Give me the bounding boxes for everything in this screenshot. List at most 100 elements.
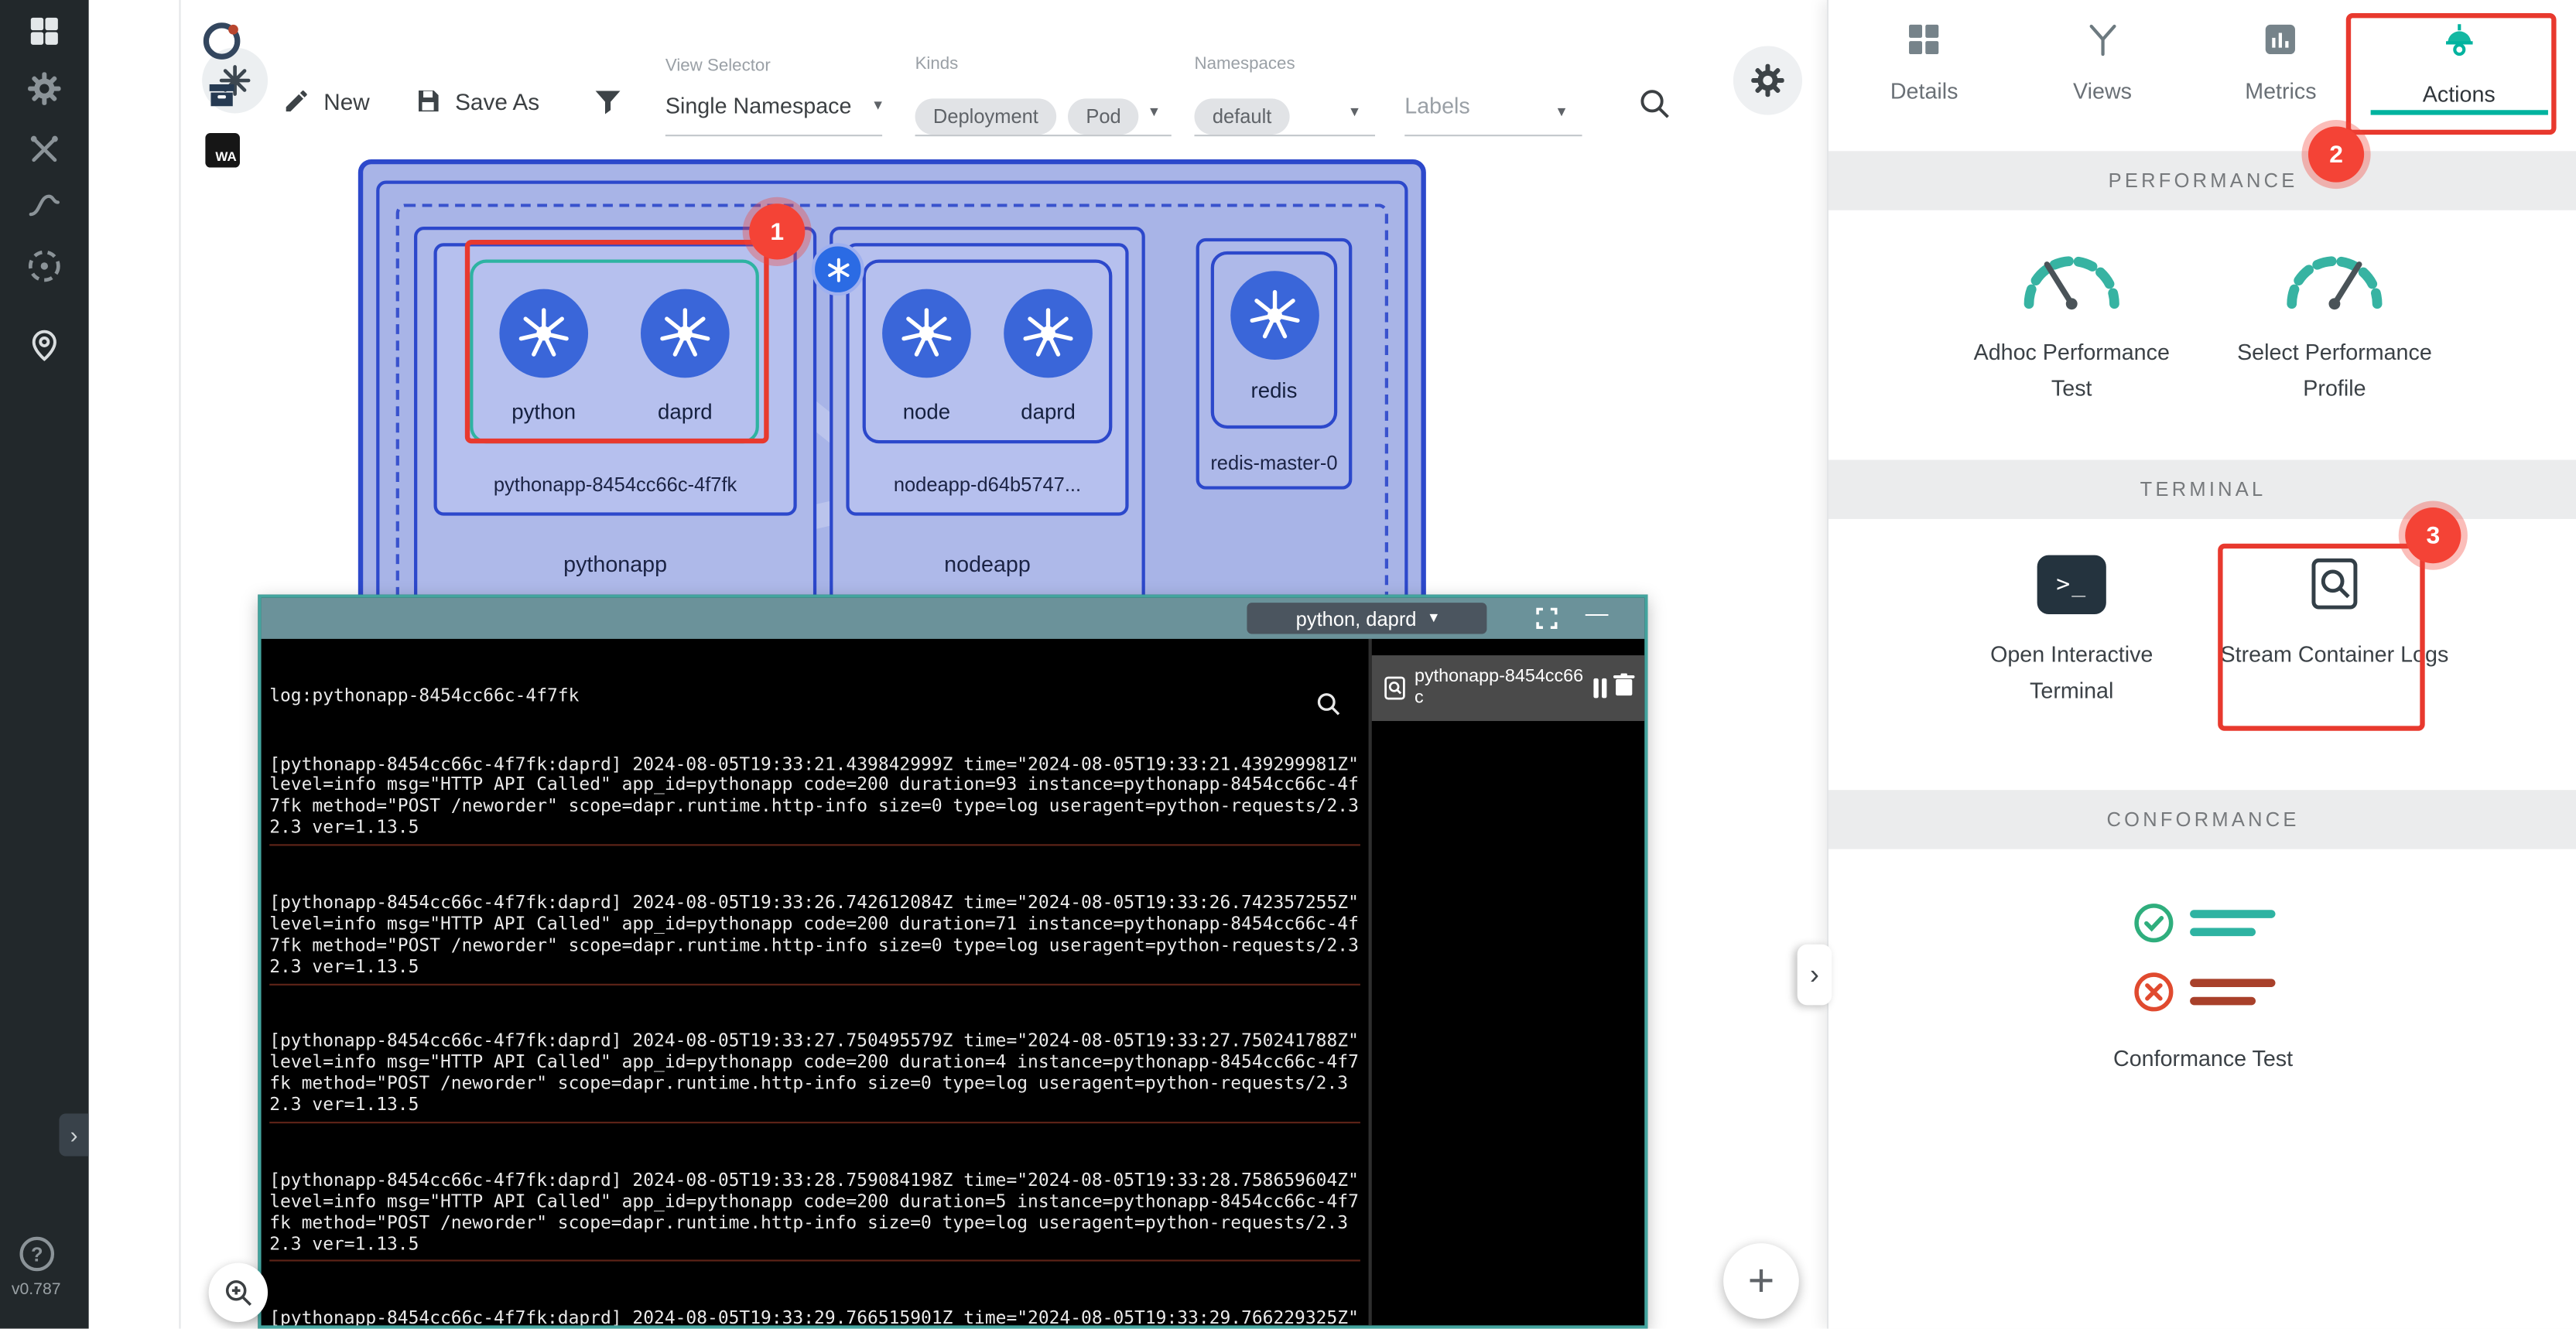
container-label: python bbox=[511, 399, 576, 424]
select-performance-profile-action[interactable]: Select Performance Profile bbox=[2212, 240, 2458, 408]
app-logo-icon[interactable] bbox=[200, 19, 243, 70]
container-daprd[interactable]: daprd bbox=[1004, 289, 1093, 440]
section-conformance-header: CONFORMANCE bbox=[1829, 790, 2576, 849]
tools-icon[interactable] bbox=[0, 132, 89, 168]
container-node[interactable]: node bbox=[882, 289, 971, 440]
namespace-chip-default[interactable]: default bbox=[1194, 98, 1289, 135]
container-selector-dropdown[interactable]: python, daprd ▾ bbox=[1247, 603, 1486, 634]
rail-expand-button[interactable]: › bbox=[59, 1113, 88, 1156]
chevron-down-icon[interactable]: ▾ bbox=[1350, 104, 1359, 121]
labels-dropdown[interactable]: Labels bbox=[1404, 94, 1469, 118]
kind-chip-deployment[interactable]: Deployment bbox=[915, 98, 1057, 135]
mesh-icon[interactable] bbox=[0, 246, 89, 285]
pod-label: pythonapp-8454cc66c-4f7fk bbox=[437, 473, 794, 496]
log-search-icon[interactable] bbox=[1207, 668, 1342, 745]
stream-container-logs-action[interactable]: Stream Container Logs bbox=[2212, 555, 2458, 710]
container-selector-value: python, daprd bbox=[1296, 606, 1417, 630]
container-label: daprd bbox=[658, 399, 713, 424]
labels-underline bbox=[1404, 135, 1582, 136]
location-pin-icon[interactable] bbox=[0, 326, 89, 363]
pause-stream-icon[interactable] bbox=[1592, 678, 1606, 698]
panel-tabs: Details Views Metrics Actions bbox=[1835, 0, 2548, 115]
pipeline-curve-icon[interactable] bbox=[0, 187, 89, 224]
container-group-redis[interactable]: redis bbox=[1211, 251, 1337, 429]
cluster-boundary[interactable]: python daprd pythonapp-8454cc66c-4f7fk p… bbox=[358, 159, 1426, 636]
container-daprd[interactable]: daprd bbox=[641, 289, 730, 440]
archive-icon[interactable] bbox=[205, 79, 238, 120]
delete-stream-icon[interactable] bbox=[1613, 672, 1635, 703]
kubernetes-pod-icon bbox=[1004, 289, 1093, 378]
floppy-save-icon bbox=[414, 87, 442, 115]
action-label: Stream Container Logs bbox=[2219, 637, 2449, 674]
fullscreen-icon[interactable] bbox=[1536, 608, 1558, 637]
zoom-in-button[interactable] bbox=[209, 1263, 268, 1322]
tab-metrics[interactable]: Metrics bbox=[2191, 0, 2369, 115]
terminal-prompt-icon: >_ bbox=[2037, 555, 2106, 614]
performance-items: Adhoc Performance Test Select Performanc… bbox=[1829, 240, 2576, 408]
save-as-button[interactable]: Save As bbox=[414, 87, 539, 115]
actions-lamp-icon bbox=[2437, 19, 2480, 70]
conformance-fail-row bbox=[2132, 971, 2275, 1013]
dapr-logo-badge[interactable] bbox=[812, 243, 864, 296]
annotation-badge-3: 3 bbox=[2405, 507, 2461, 563]
deployment-label: pythonapp bbox=[417, 552, 813, 576]
filter-funnel-icon[interactable] bbox=[591, 85, 624, 126]
help-glyph: ? bbox=[31, 1242, 43, 1266]
dashboard-grid-icon[interactable] bbox=[0, 13, 89, 50]
search-icon[interactable] bbox=[1637, 85, 1673, 129]
canvas-settings-button[interactable] bbox=[1733, 46, 1802, 114]
log-output-pane[interactable]: log:pythonapp-8454cc66c-4f7fk [pythonapp… bbox=[262, 639, 1369, 1325]
views-branch-icon bbox=[2083, 19, 2123, 67]
panel-collapse-handle[interactable]: › bbox=[1798, 945, 1832, 1006]
plus-icon: + bbox=[1748, 1255, 1775, 1307]
help-icon[interactable]: ? bbox=[19, 1237, 54, 1272]
pod-nodeapp[interactable]: node daprd nodeapp-d64b5747... bbox=[846, 243, 1128, 515]
kubernetes-pod-icon bbox=[641, 289, 730, 378]
chevron-down-icon: ▾ bbox=[874, 97, 882, 114]
action-label: Select Performance Profile bbox=[2219, 335, 2449, 407]
log-entry: [pythonapp-8454cc66c-4f7fk:daprd] 2024-0… bbox=[269, 1027, 1360, 1123]
deployment-nodeapp[interactable]: node daprd nodeapp-d64b5747... nodeapp bbox=[830, 227, 1145, 636]
conformance-test-action[interactable] bbox=[1829, 902, 2576, 1013]
dapr-sidecar-group-pythonapp[interactable]: python daprd bbox=[470, 259, 759, 443]
x-circle-icon bbox=[2132, 971, 2174, 1013]
tab-actions[interactable]: Actions bbox=[2370, 0, 2548, 115]
statefulset-redis[interactable]: redis redis-master-0 bbox=[1196, 238, 1353, 490]
annotation-badge-1: 1 bbox=[749, 203, 805, 259]
container-group-nodeapp[interactable]: node daprd bbox=[863, 259, 1113, 443]
new-button[interactable]: New bbox=[282, 87, 370, 115]
action-label: Open Interactive Terminal bbox=[1957, 637, 2187, 709]
section-performance-header: PERFORMANCE bbox=[1829, 151, 2576, 210]
app-root: › ? v0.787 WA New Save As View Selector bbox=[0, 0, 2576, 1329]
new-button-label: New bbox=[323, 88, 369, 114]
view-selector-value: Single Namespace bbox=[665, 94, 852, 118]
tab-label: Actions bbox=[2423, 82, 2496, 107]
minimize-icon[interactable]: — bbox=[1586, 600, 1609, 626]
tab-views[interactable]: Views bbox=[2013, 0, 2191, 115]
pod-label: nodeapp-d64b5747... bbox=[850, 473, 1126, 496]
container-python[interactable]: python bbox=[499, 289, 588, 440]
kubernetes-pod-icon bbox=[882, 289, 971, 378]
conformance-pass-row bbox=[2132, 902, 2275, 945]
log-entry: [pythonapp-8454cc66c-4f7fk:daprd] 2024-0… bbox=[269, 750, 1360, 846]
log-stream-item[interactable]: pythonapp-8454cc66c bbox=[1372, 655, 1644, 721]
tab-details[interactable]: Details bbox=[1835, 0, 2013, 115]
webassembly-badge[interactable]: WA bbox=[205, 133, 240, 168]
deployment-pythonapp[interactable]: python daprd pythonapp-8454cc66c-4f7fk p… bbox=[414, 227, 816, 636]
open-interactive-terminal-action[interactable]: >_ Open Interactive Terminal bbox=[1948, 555, 2195, 710]
log-stream-name: pythonapp-8454cc66c bbox=[1415, 667, 1586, 709]
adhoc-performance-test-action[interactable]: Adhoc Performance Test bbox=[1948, 240, 2195, 408]
chevron-down-icon[interactable]: ▾ bbox=[1150, 104, 1158, 121]
kind-chip-pod[interactable]: Pod bbox=[1068, 98, 1139, 135]
settings-gears-icon[interactable] bbox=[0, 69, 89, 108]
pod-label: redis-master-0 bbox=[1199, 452, 1349, 475]
save-as-button-label: Save As bbox=[455, 88, 539, 114]
chevron-down-icon[interactable]: ▾ bbox=[1558, 104, 1566, 121]
add-button[interactable]: + bbox=[1723, 1243, 1799, 1319]
view-selector-dropdown[interactable]: Single Namespace ▾ bbox=[665, 92, 882, 121]
chevron-down-icon: ▾ bbox=[1429, 610, 1438, 627]
tab-label: Metrics bbox=[2245, 79, 2316, 104]
deployment-label: nodeapp bbox=[833, 552, 1141, 576]
tab-label: Details bbox=[1890, 79, 1959, 104]
pod-pythonapp[interactable]: python daprd pythonapp-8454cc66c-4f7fk bbox=[433, 243, 796, 515]
